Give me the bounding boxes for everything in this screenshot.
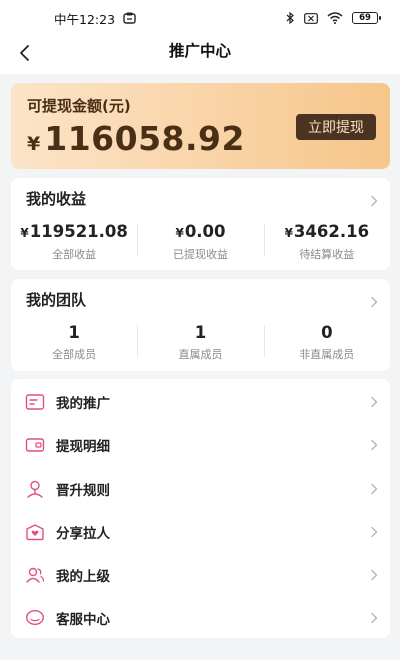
battery-icon: 69 xyxy=(352,12,381,24)
wifi-icon xyxy=(327,12,343,24)
chevron-right-icon xyxy=(370,192,378,211)
stat-label: 非直属成员 xyxy=(299,348,355,361)
app-notification-icon xyxy=(123,12,136,24)
menu-item-label: 客服中心 xyxy=(56,611,110,628)
stat-withdrawn-earnings[interactable]: ¥0.00 已提现收益 xyxy=(137,222,263,262)
promotion-card-icon xyxy=(25,392,45,412)
menu-item-my-superior[interactable]: 我的上级 xyxy=(11,553,390,596)
earnings-card[interactable]: 我的收益 ¥119521.08 全部收益 ¥0.00 已提现收益 ¥3462.1… xyxy=(11,178,390,270)
status-time: 中午12:23 xyxy=(54,11,116,27)
stat-value: 1 xyxy=(68,323,80,342)
page-title: 推广中心 xyxy=(168,42,231,60)
stat-value: 3462.16 xyxy=(293,222,370,241)
team-stats: 1 全部成员 1 直属成员 0 非直属成员 xyxy=(11,323,390,363)
stat-label: 待结算收益 xyxy=(299,248,355,261)
menu-item-my-promotion[interactable]: 我的推广 xyxy=(11,380,390,423)
chevron-right-icon xyxy=(370,483,378,495)
stat-label: 直属成员 xyxy=(178,348,223,361)
team-title: 我的团队 xyxy=(26,291,87,309)
menu-item-label: 我的上级 xyxy=(56,568,110,585)
stat-currency: ¥ xyxy=(20,226,29,240)
stat-total-earnings[interactable]: ¥119521.08 全部收益 xyxy=(11,222,137,262)
back-arrow-icon xyxy=(18,44,30,66)
stat-indirect-members[interactable]: 0 非直属成员 xyxy=(263,323,390,363)
chevron-right-icon xyxy=(370,612,378,624)
navigation-bar: 推广中心 xyxy=(0,36,400,74)
stat-label: 全部收益 xyxy=(52,248,97,261)
chevron-right-icon xyxy=(370,569,378,581)
menu-item-label: 晋升规则 xyxy=(56,482,110,499)
rank-badge-icon xyxy=(25,479,45,499)
stat-currency: ¥ xyxy=(284,226,293,240)
balance-card: 可提现金额(元) ¥ 116058.92 立即提现 xyxy=(11,83,390,169)
menu-item-share-invite[interactable]: 分享拉人 xyxy=(11,510,390,553)
earnings-stats: ¥119521.08 全部收益 ¥0.00 已提现收益 ¥3462.16 待结算… xyxy=(11,222,390,262)
stat-value: 0.00 xyxy=(184,222,226,241)
team-card[interactable]: 我的团队 1 全部成员 1 直属成员 0 非直属成员 xyxy=(11,279,390,371)
chevron-right-icon xyxy=(370,293,378,312)
stat-label: 已提现收益 xyxy=(172,248,228,261)
balance-value: 116058.92 xyxy=(44,119,245,158)
menu-item-promotion-rules[interactable]: 晋升规则 xyxy=(11,467,390,510)
menu-item-label: 提现明细 xyxy=(56,438,110,455)
menu-card: 我的推广 提现明细 晋升规则 分享拉人 我的上级 客服中心 xyxy=(11,379,390,638)
stat-direct-members[interactable]: 1 直属成员 xyxy=(137,323,263,363)
back-button[interactable] xyxy=(8,39,40,71)
chevron-right-icon xyxy=(370,396,378,408)
chevron-right-icon xyxy=(370,526,378,538)
stat-value: 1 xyxy=(194,323,207,342)
status-bar: 中午12:23 69 xyxy=(0,0,400,36)
stat-currency: ¥ xyxy=(175,226,184,240)
balance-label: 可提现金额(元) xyxy=(27,97,131,115)
withdraw-now-button[interactable]: 立即提现 xyxy=(296,114,376,140)
stat-value: 119521.08 xyxy=(29,222,128,241)
share-heart-icon xyxy=(25,522,45,542)
menu-item-label: 我的推广 xyxy=(56,395,110,412)
sim-off-icon xyxy=(304,12,318,24)
balance-amount: ¥ 116058.92 xyxy=(27,119,245,158)
superior-users-icon xyxy=(25,565,45,585)
menu-item-customer-service[interactable]: 客服中心 xyxy=(11,596,390,639)
stat-pending-earnings[interactable]: ¥3462.16 待结算收益 xyxy=(263,222,390,262)
balance-currency: ¥ xyxy=(27,133,41,155)
stat-all-members[interactable]: 1 全部成员 xyxy=(11,323,137,363)
stat-label: 全部成员 xyxy=(52,348,97,361)
stat-value: 0 xyxy=(321,323,333,342)
menu-item-label: 分享拉人 xyxy=(56,525,110,542)
battery-level: 69 xyxy=(359,13,371,23)
wallet-icon xyxy=(25,435,45,455)
earnings-title: 我的收益 xyxy=(26,190,87,208)
bluetooth-icon xyxy=(286,12,295,24)
chevron-right-icon xyxy=(370,439,378,451)
menu-item-withdraw-details[interactable]: 提现明细 xyxy=(11,423,390,466)
customer-service-icon xyxy=(25,608,45,628)
